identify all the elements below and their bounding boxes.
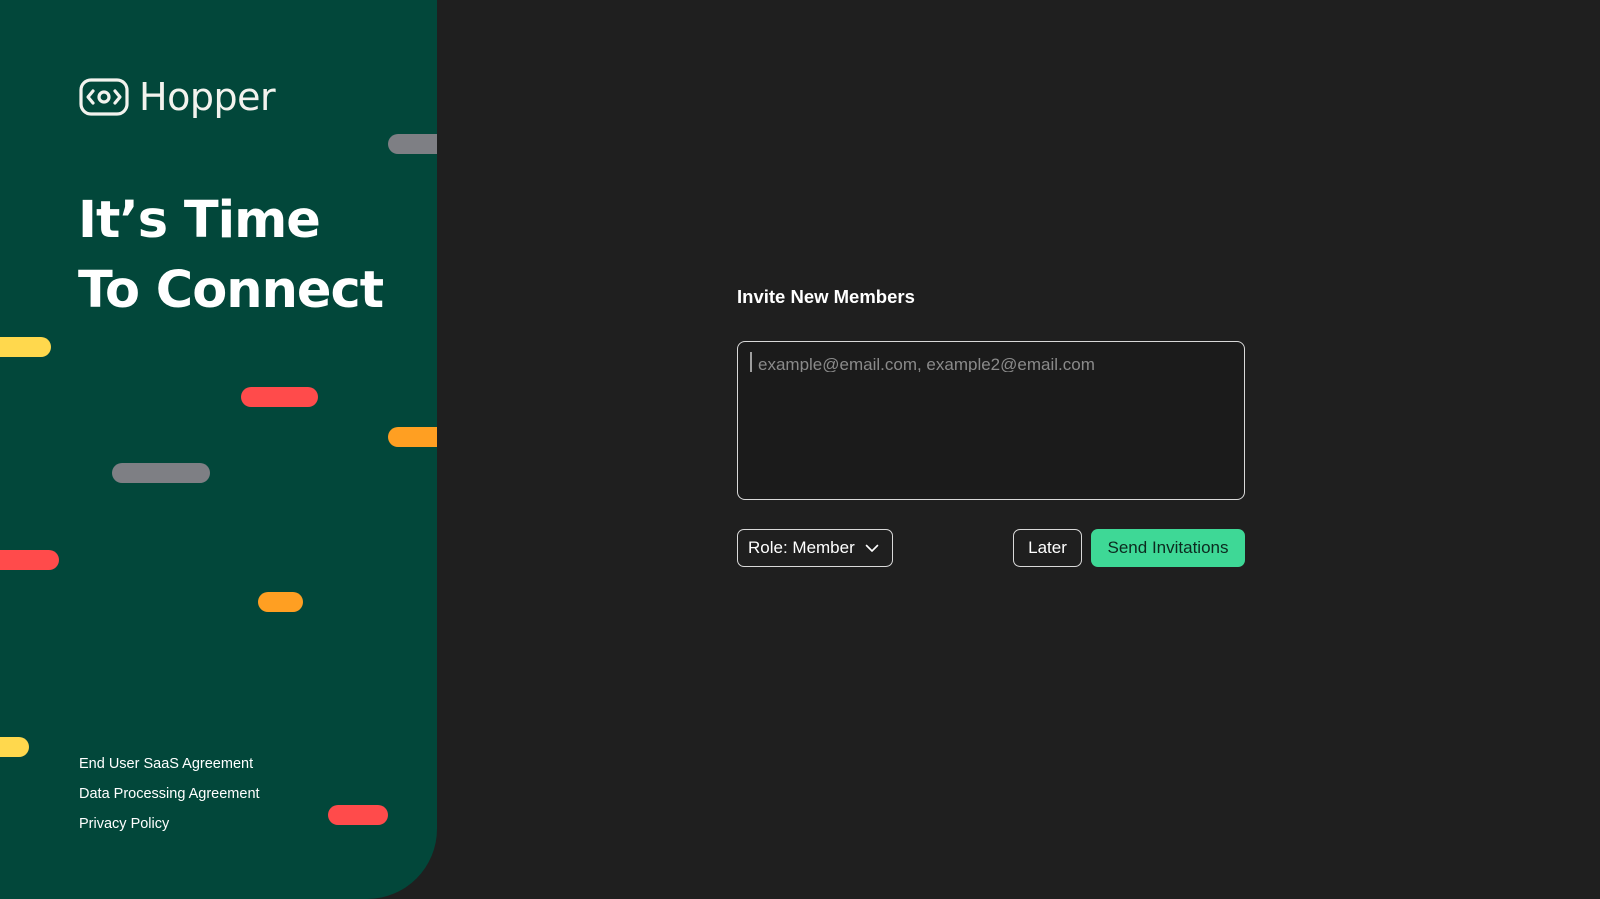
invite-members-page: Hopper It’s Time To Connect End User Saa… [0, 0, 1600, 899]
brand-panel: Hopper It’s Time To Connect End User Saa… [0, 0, 437, 899]
role-select-label: Role: Member [748, 538, 855, 557]
invite-title: Invite New Members [737, 286, 915, 307]
decorative-pill [258, 592, 303, 612]
decorative-pill [112, 463, 210, 483]
email-input-box[interactable] [737, 341, 1245, 500]
data-processing-agreement-link[interactable]: Data Processing Agreement [79, 785, 260, 803]
decorative-pill [0, 550, 59, 570]
legal-links: End User SaaS Agreement Data Processing … [79, 755, 260, 833]
decorative-pill [0, 337, 51, 357]
end-user-saas-agreement-link[interactable]: End User SaaS Agreement [79, 755, 260, 773]
privacy-policy-link[interactable]: Privacy Policy [79, 815, 260, 833]
hero-line-1: It’s Time [78, 191, 321, 250]
role-select[interactable]: Role: Member [737, 529, 893, 567]
logo: Hopper [79, 75, 276, 119]
chevron-down-icon [865, 544, 879, 552]
decorative-pill [328, 805, 388, 825]
decorative-pill [0, 737, 29, 757]
brand-name: Hopper [139, 75, 276, 119]
decorative-pill [388, 427, 437, 447]
decorative-pill [241, 387, 318, 407]
send-invitations-button[interactable]: Send Invitations [1091, 529, 1245, 567]
hero-line-2: To Connect [78, 261, 384, 320]
email-input[interactable] [750, 352, 1232, 372]
hero-headline: It’s Time To Connect [78, 186, 384, 326]
hopper-logo-icon [79, 78, 129, 116]
later-button[interactable]: Later [1013, 529, 1082, 567]
decorative-pill [388, 134, 437, 154]
